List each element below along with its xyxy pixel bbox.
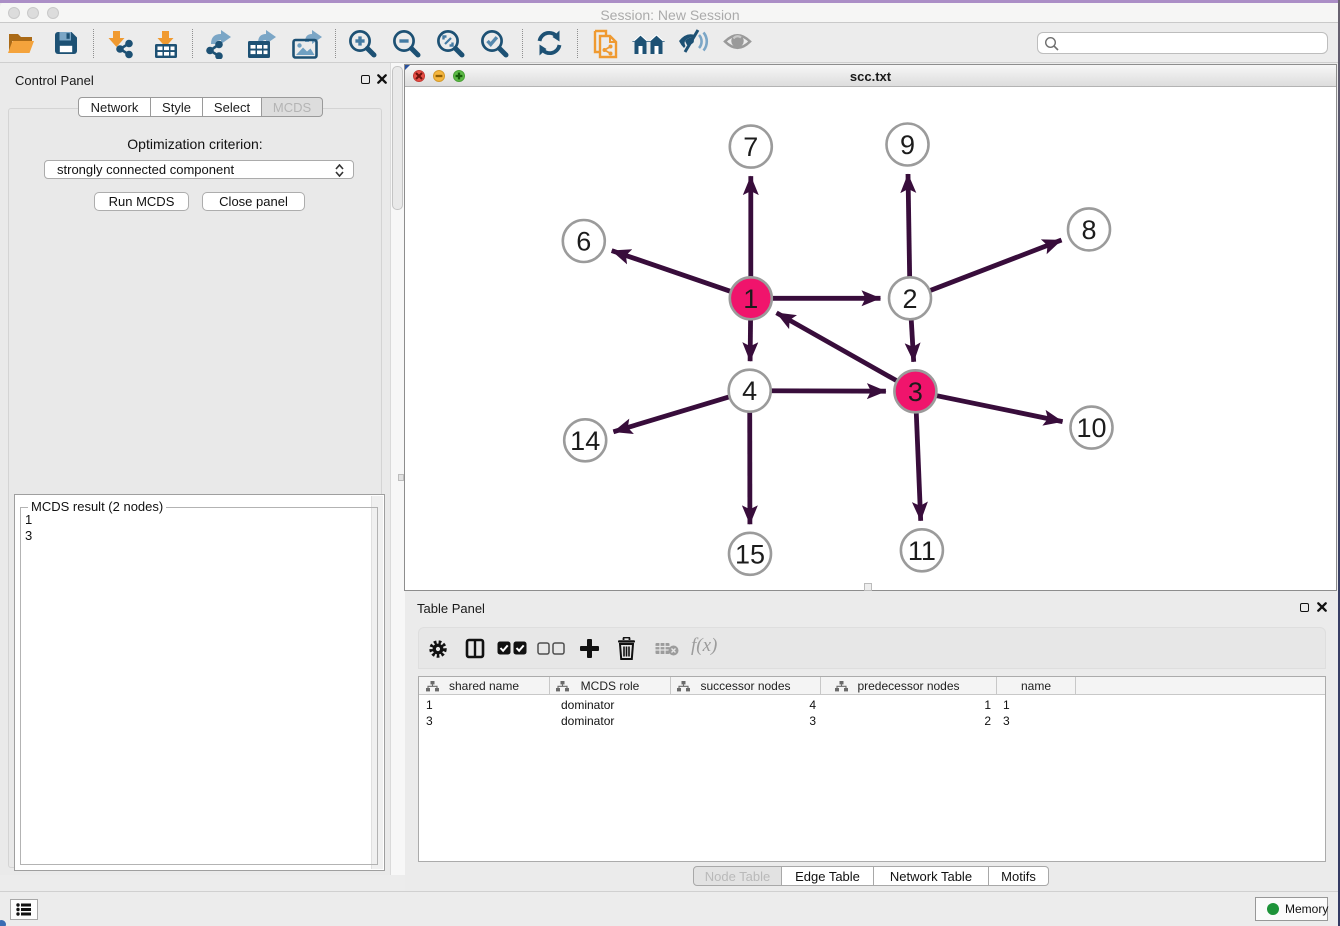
svg-text:1: 1 xyxy=(743,284,758,314)
svg-text:8: 8 xyxy=(1081,215,1096,245)
svg-text:10: 10 xyxy=(1076,413,1106,443)
svg-text:15: 15 xyxy=(735,539,765,569)
svg-text:11: 11 xyxy=(908,536,936,566)
svg-text:7: 7 xyxy=(743,132,758,162)
svg-text:9: 9 xyxy=(900,130,915,160)
svg-text:6: 6 xyxy=(576,227,591,257)
svg-text:4: 4 xyxy=(742,376,757,406)
svg-text:14: 14 xyxy=(570,426,600,456)
svg-text:2: 2 xyxy=(902,284,917,314)
svg-text:3: 3 xyxy=(908,377,923,407)
